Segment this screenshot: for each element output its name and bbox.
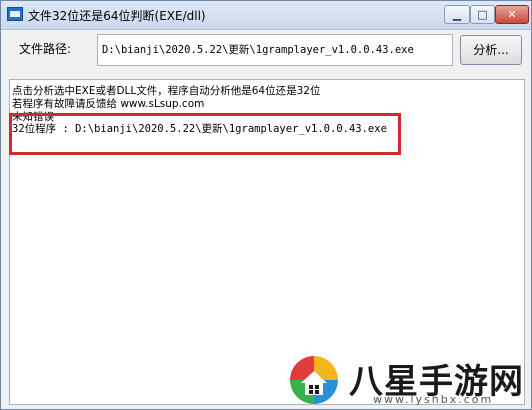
- maximize-button[interactable]: □: [470, 5, 495, 24]
- title-bar[interactable]: 文件32位还是64位判断(EXE/dll) ▁ □ ✕: [1, 1, 531, 30]
- app-icon: [7, 7, 23, 21]
- minimize-button[interactable]: ▁: [444, 5, 470, 24]
- watermark-logo-icon: [290, 356, 338, 404]
- window-title: 文件32位还是64位判断(EXE/dll): [28, 9, 206, 23]
- watermark-url: www.lyshbx.com: [373, 393, 494, 406]
- close-button[interactable]: ✕: [495, 5, 529, 24]
- file-path-field[interactable]: D:\bianji\2020.5.22\更新\1gramplayer_v1.0.…: [97, 34, 453, 66]
- analyze-button[interactable]: 分析...: [460, 35, 522, 65]
- app-window: 文件32位还是64位判断(EXE/dll) ▁ □ ✕ 文件路径: D:\bia…: [0, 0, 532, 410]
- result-highlight-box: [9, 113, 401, 155]
- path-label: 文件路径:: [19, 42, 72, 56]
